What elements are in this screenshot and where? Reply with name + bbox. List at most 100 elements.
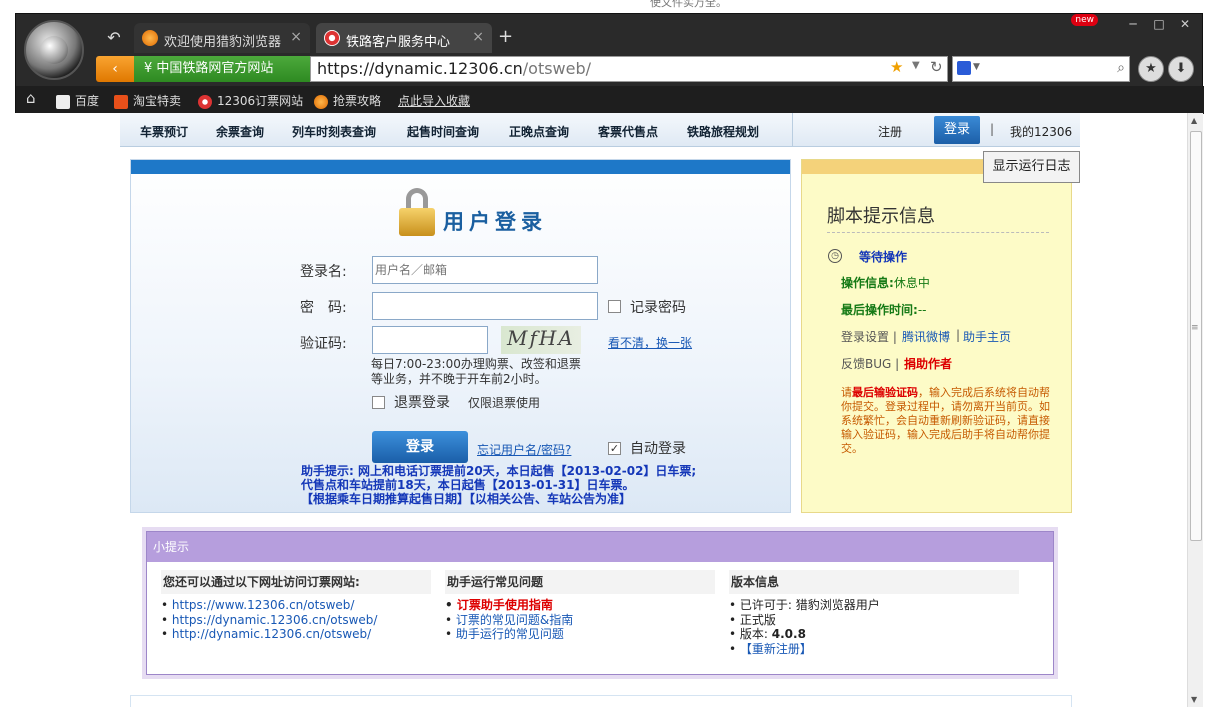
guide-link[interactable]: 订票助手使用指南 <box>445 598 715 613</box>
login-title: 用户登录 <box>443 210 547 234</box>
version-number: 4.0.8 <box>771 627 806 641</box>
new-tab-button[interactable]: + <box>498 26 513 47</box>
bookmark-label: 12306订票网站 <box>217 94 304 108</box>
nav-remaining-tickets[interactable]: 余票查询 <box>216 123 264 140</box>
back-button[interactable]: ‹ <box>96 56 134 82</box>
login-button[interactable]: 登录 <box>372 431 468 463</box>
license-info: 已许可于: 猎豹浏览器用户 <box>729 598 1019 613</box>
footer-border <box>130 695 1072 696</box>
divider <box>827 232 1049 233</box>
grip-icon: ≡ <box>1191 323 1199 333</box>
star-icon[interactable]: ★ <box>890 58 903 76</box>
url-link[interactable]: http://dynamic.12306.cn/otsweb/ <box>161 627 431 642</box>
tab-welcome[interactable]: 欢迎使用猎豹浏览器 × <box>134 23 310 53</box>
download-button[interactable]: ⬇ <box>1168 56 1194 82</box>
url-link[interactable]: https://www.12306.cn/otsweb/ <box>161 598 431 613</box>
close-window-button[interactable]: ✕ <box>1172 14 1198 34</box>
username-input[interactable] <box>372 256 598 284</box>
script-note: 请最后输验证码，输入完成后系统将自动帮你提交。登录过程中，请勿离开当前页。如系统… <box>841 386 1051 456</box>
address-bar[interactable]: https://dynamic.12306.cn/otsweb/ <box>310 56 948 82</box>
faq-link[interactable]: 助手运行的常见问题 <box>445 627 715 642</box>
baidu-icon[interactable] <box>957 61 971 75</box>
new-badge: new <box>1071 14 1098 26</box>
taobao-icon <box>114 94 128 109</box>
login-nav-button[interactable]: 登录 <box>934 116 980 144</box>
bookmark-12306[interactable]: 12306订票网站 <box>198 92 303 109</box>
nav-timetable[interactable]: 列车时刻表查询 <box>292 123 376 140</box>
page-icon <box>56 94 70 109</box>
chevron-down-icon[interactable]: ▼ <box>973 62 980 72</box>
scroll-up-icon[interactable]: ▲ <box>1191 116 1197 125</box>
login-settings-link[interactable]: 登录设置 | <box>841 328 897 345</box>
homepage-link[interactable]: 助手主页 <box>963 328 1011 345</box>
scroll-down-icon[interactable]: ▼ <box>1191 695 1197 704</box>
tips-faq-column: 助手运行常见问题 订票助手使用指南 订票的常见问题&指南 助手运行的常见问题 <box>445 570 715 642</box>
site-identity-badge[interactable]: ¥ 中国铁路网官方网站 <box>134 56 310 82</box>
op-info: 操作信息:休息中 <box>841 274 930 291</box>
bookmark-label: 淘宝特卖 <box>133 94 182 108</box>
tips-header: 小提示 <box>147 532 1053 562</box>
remember-password-checkbox[interactable] <box>608 300 621 313</box>
script-info-title: 脚本提示信息 <box>827 206 935 227</box>
minimize-button[interactable]: ─ <box>1120 14 1146 34</box>
op-info-value: 休息中 <box>893 276 930 290</box>
refund-login-checkbox[interactable] <box>372 396 385 409</box>
top-caption: 使文件实万全。 <box>650 0 727 9</box>
window-controls: ─ □ ✕ <box>1120 14 1198 36</box>
captcha-input[interactable] <box>372 326 488 354</box>
nav-ticket-booking[interactable]: 车票预订 <box>140 123 188 140</box>
import-favorites-link[interactable]: 点此导入收藏 <box>398 92 470 109</box>
favorites-button[interactable]: ★ <box>1138 56 1164 82</box>
column-title: 版本信息 <box>729 570 1019 594</box>
my-12306-link[interactable]: 我的12306 <box>1010 123 1072 140</box>
browser-chrome: ↶ 欢迎使用猎豹浏览器 × 铁路客户服务中心 × + new ─ □ ✕ ‹ ¥… <box>15 13 1204 114</box>
refresh-captcha-link[interactable]: 看不清，换一张 <box>608 334 692 351</box>
password-input[interactable] <box>372 292 598 320</box>
captcha-image[interactable]: MfHA <box>501 326 581 354</box>
helper-line: 【根据乘车日期推算起售日期】【以相关公告、车站公告为准】 <box>301 492 632 506</box>
remember-password-label: 记录密码 <box>630 300 686 316</box>
chevron-down-icon[interactable]: ▼ <box>912 60 920 71</box>
feedback-link[interactable]: 反馈BUG | <box>841 355 899 372</box>
nav-trip-planning[interactable]: 铁路旅程规划 <box>687 123 759 140</box>
auto-login-checkbox[interactable]: ✓ <box>608 442 621 455</box>
home-icon[interactable]: ⌂ <box>26 89 36 107</box>
bookmark-taobao[interactable]: 淘宝特卖 <box>114 92 181 109</box>
nav-sale-time[interactable]: 起售时间查询 <box>407 123 479 140</box>
column-title: 您还可以通过以下网址访问订票网站: <box>161 570 431 594</box>
bookmark-label: 百度 <box>75 94 100 108</box>
tips-box: 小提示 您还可以通过以下网址访问订票网站: https://www.12306.… <box>142 527 1058 679</box>
reregister-link[interactable]: 【重新注册】 <box>729 642 1019 657</box>
nav-delay-query[interactable]: 正晚点查询 <box>509 123 569 140</box>
edition-info: 正式版 <box>729 613 1019 628</box>
forgot-password-link[interactable]: 忘记用户名/密码? <box>477 441 571 458</box>
show-log-button[interactable]: 显示运行日志 <box>983 151 1080 183</box>
search-icon[interactable]: ⌕ <box>1117 60 1125 76</box>
cheetah-browser-logo[interactable] <box>24 20 84 80</box>
donate-link[interactable]: 捐助作者 <box>904 355 952 372</box>
vertical-scrollbar[interactable]: ▲ ≡ ▼ <box>1187 113 1203 707</box>
bookmark-tips[interactable]: 抢票攻略 <box>314 92 381 109</box>
nav-agency[interactable]: 客票代售点 <box>598 123 658 140</box>
username-label: 登录名: <box>300 264 347 280</box>
close-icon[interactable]: × <box>472 29 484 45</box>
maximize-button[interactable]: □ <box>1146 14 1172 34</box>
screen: 使文件实万全。 ↶ 欢迎使用猎豹浏览器 × 铁路客户服务中心 × + new ─… <box>0 0 1218 725</box>
site-navigation: 车票预订 余票查询 列车时刻表查询 起售时间查询 正晚点查询 客票代售点 铁路旅… <box>120 113 1080 147</box>
tips-version-column: 版本信息 已许可于: 猎豹浏览器用户 正式版 版本: 4.0.8 【重新注册】 <box>729 570 1019 656</box>
register-link[interactable]: 注册 <box>878 123 902 140</box>
url-link[interactable]: https://dynamic.12306.cn/otsweb/ <box>161 613 431 628</box>
last-op-label: 最后操作时间: <box>841 303 918 317</box>
scrollbar-thumb[interactable] <box>1190 131 1202 541</box>
op-info-label: 操作信息: <box>841 276 894 290</box>
close-icon[interactable]: × <box>290 29 302 45</box>
bookmark-baidu[interactable]: 百度 <box>56 92 99 109</box>
undo-arrow-icon[interactable]: ↶ <box>104 28 124 48</box>
rail-icon <box>198 94 212 109</box>
tab-12306[interactable]: 铁路客户服务中心 × <box>316 23 492 53</box>
faq-link[interactable]: 订票的常见问题&指南 <box>445 613 715 628</box>
reload-icon[interactable]: ↻ <box>930 58 943 76</box>
url-path: /otsweb/ <box>522 59 592 78</box>
search-input[interactable]: ▼ ⌕ <box>952 56 1130 82</box>
weibo-link[interactable]: 腾讯微博 <box>902 328 950 345</box>
